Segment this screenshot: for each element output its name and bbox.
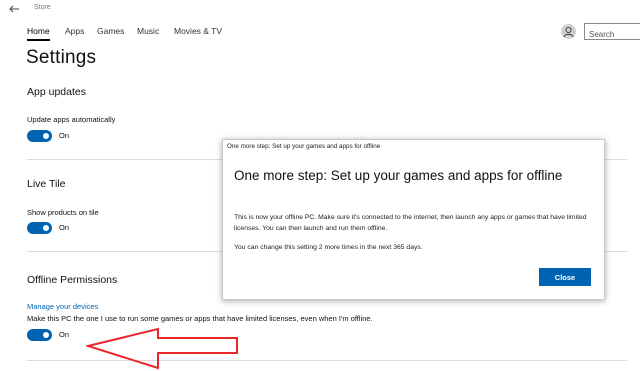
nav-tab-apps[interactable]: Apps xyxy=(65,26,84,36)
toggle-update-apps[interactable] xyxy=(27,130,52,142)
dialog-body: This is now your offline PC. Make sure i… xyxy=(234,214,587,232)
offline-setup-dialog: One more step: Set up your games and app… xyxy=(222,139,605,300)
offline-permissions-description: Make this PC the one I use to run some g… xyxy=(27,314,373,323)
toggle-state-offline-permissions: On xyxy=(59,330,70,339)
manage-devices-link[interactable]: Manage your devices xyxy=(27,302,98,311)
setting-label-show-products: Show products on tile xyxy=(27,208,99,217)
search-box[interactable] xyxy=(584,23,640,42)
person-icon xyxy=(563,26,574,38)
dialog-heading: One more step: Set up your games and app… xyxy=(234,168,563,183)
section-title-app-updates: App updates xyxy=(27,86,86,98)
toggle-state-update-apps: On xyxy=(59,131,70,140)
nav-tab-music[interactable]: Music xyxy=(137,26,159,36)
section-title-live-tile: Live Tile xyxy=(27,178,66,190)
annotation-arrow-icon xyxy=(86,327,238,370)
nav-tab-games[interactable]: Games xyxy=(97,26,124,36)
toggle-offline-permissions[interactable] xyxy=(27,329,52,341)
nav-tab-movies-tv[interactable]: Movies & TV xyxy=(174,26,222,36)
user-avatar[interactable] xyxy=(561,24,576,39)
dialog-limit-note: You can change this setting 2 more times… xyxy=(234,244,423,251)
section-title-offline-permissions: Offline Permissions xyxy=(27,274,118,286)
search-input[interactable] xyxy=(585,27,640,42)
setting-label-update-apps: Update apps automatically xyxy=(27,115,116,124)
nav-tab-home[interactable]: Home xyxy=(27,26,50,41)
window-titlebar: Store xyxy=(0,0,640,18)
window-title: Store xyxy=(34,4,51,11)
dialog-titlebar: One more step: Set up your games and app… xyxy=(227,143,381,150)
page-title: Settings xyxy=(26,47,97,68)
toggle-show-products[interactable] xyxy=(27,222,52,234)
close-button[interactable]: Close xyxy=(539,268,591,286)
toggle-state-show-products: On xyxy=(59,223,70,232)
back-arrow-icon[interactable] xyxy=(8,3,20,15)
